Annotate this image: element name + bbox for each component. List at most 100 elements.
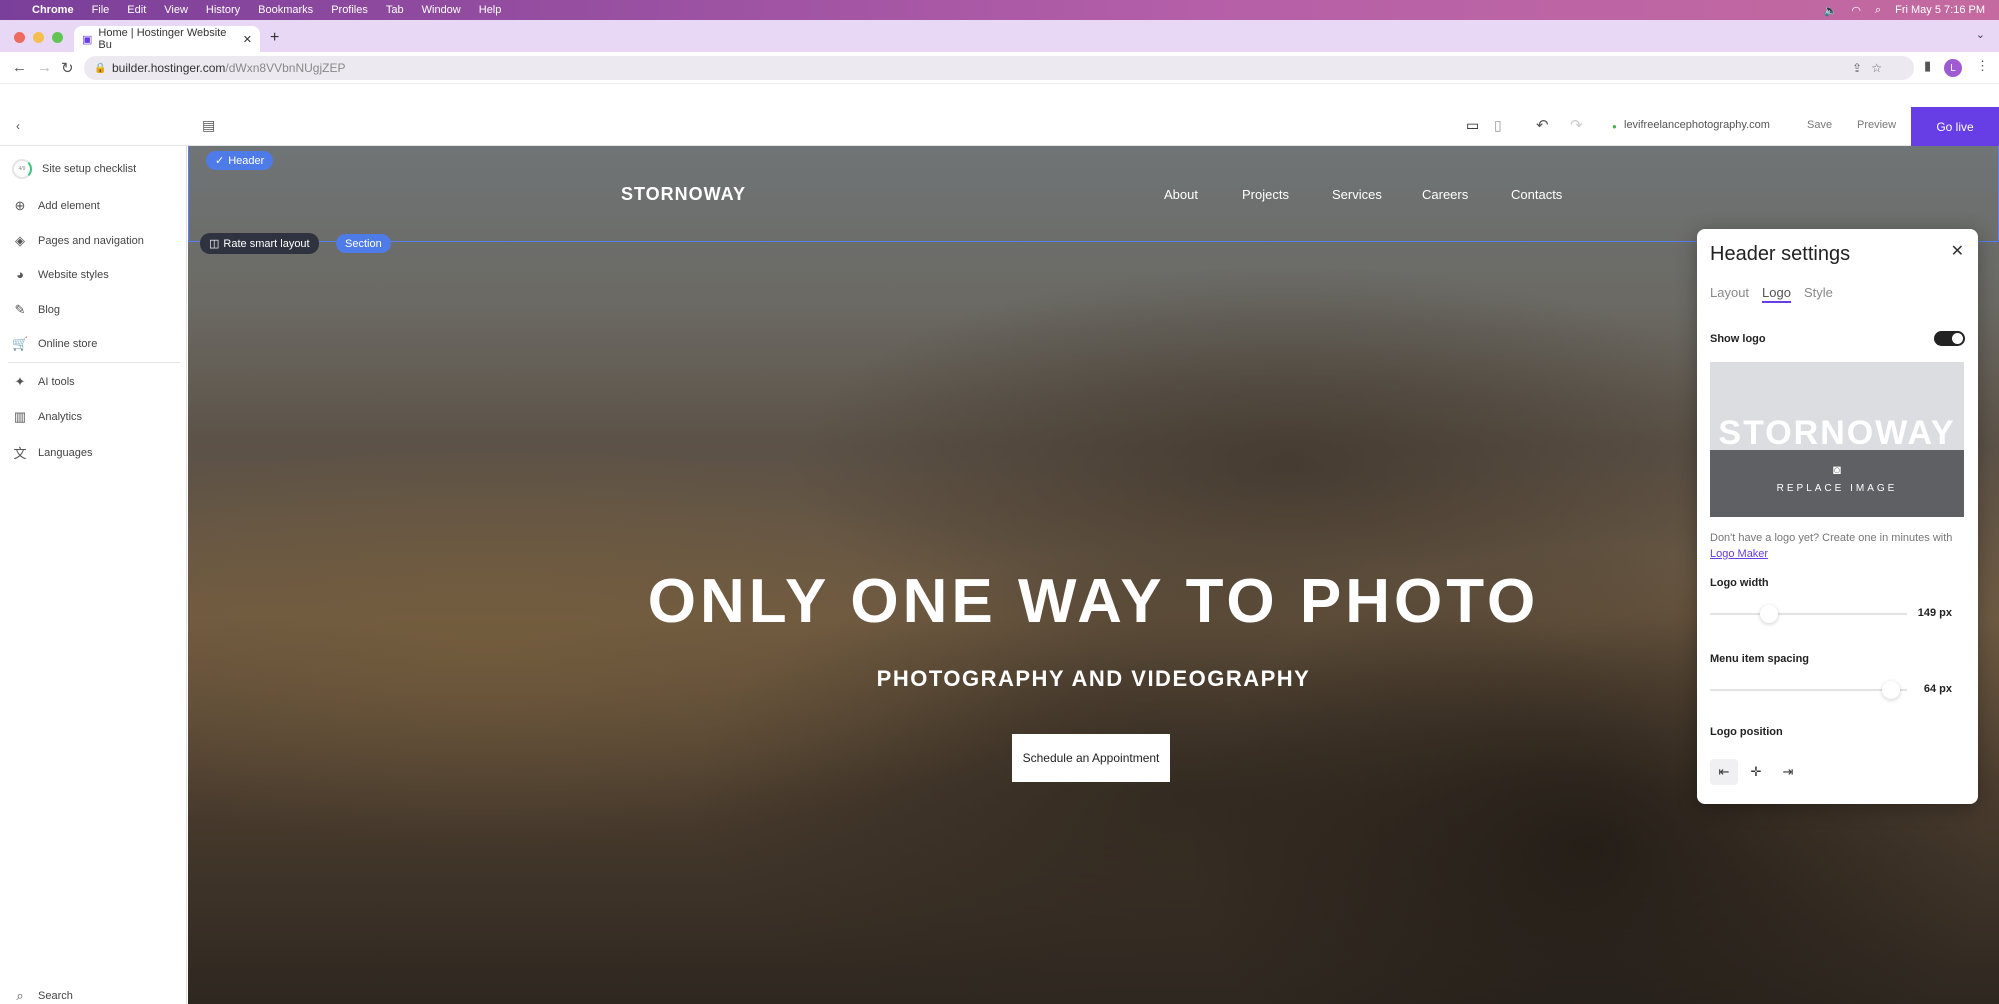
volume-icon[interactable]: 🔈 [1824, 4, 1838, 17]
reload-icon[interactable]: ↻ [61, 59, 74, 77]
share-icon[interactable]: ⇪ [1852, 61, 1862, 75]
site-setup-checklist[interactable]: 4/9 Site setup checklist [12, 159, 136, 179]
url-host: builder.hostinger.com [112, 61, 226, 75]
window-controls[interactable] [14, 32, 63, 43]
go-live-button[interactable]: Go live [1911, 107, 1999, 146]
plus-circle-icon: ⊕ [14, 198, 26, 213]
menu-help[interactable]: Help [479, 4, 502, 16]
layers-icon: ◈ [15, 233, 25, 248]
sidebar-item-ai-tools[interactable]: ✦ AI tools [12, 374, 75, 390]
sidebar-item-label: Analytics [38, 411, 83, 423]
sidebar-search[interactable]: ⌕ Search [12, 988, 73, 1004]
sidebar-item-pages[interactable]: ◈ Pages and navigation [12, 233, 144, 249]
logo-maker-hint: Don't have a logo yet? Create one in min… [1710, 530, 1970, 562]
logo-width-slider[interactable] [1710, 605, 1907, 623]
sidebar-item-label: Languages [38, 446, 93, 459]
redo-icon[interactable]: ↷ [1570, 116, 1583, 134]
close-tab-icon[interactable]: ✕ [243, 33, 252, 46]
url-path: /dWxn8VVbnNUgjZEP [225, 61, 346, 75]
tab-style[interactable]: Style [1804, 285, 1833, 303]
more-menu-icon[interactable]: ⋮ [1976, 58, 1989, 74]
tab-logo[interactable]: Logo [1762, 285, 1791, 303]
site-menu-projects[interactable]: Projects [1242, 187, 1289, 202]
site-menu-contacts[interactable]: Contacts [1511, 187, 1562, 202]
sidebar-item-label: AI tools [38, 376, 75, 388]
menu-profiles[interactable]: Profiles [331, 4, 368, 16]
menu-bookmarks[interactable]: Bookmarks [258, 4, 313, 16]
header-badge[interactable]: ✓ Header [206, 151, 274, 170]
menu-chrome[interactable]: Chrome [32, 4, 74, 16]
browser-tab[interactable]: ▣ Home | Hostinger Website Bu ✕ [74, 26, 260, 52]
logo-width-knob[interactable] [1760, 605, 1779, 623]
chart-icon: ▥ [13, 409, 27, 424]
sidebar-item-add-element[interactable]: ⊕ Add element [12, 198, 100, 214]
hostinger-favicon-icon: ▣ [82, 33, 93, 46]
wifi-icon[interactable]: ◠ [1851, 4, 1861, 17]
site-menu-careers[interactable]: Careers [1422, 187, 1468, 202]
side-panel-icon[interactable]: ▮ [1924, 58, 1931, 74]
profile-avatar[interactable]: L [1944, 59, 1962, 77]
sidebar-item-online-store[interactable]: 🛒 Online store [12, 336, 97, 352]
search-label: Search [38, 990, 73, 1002]
sidebar-item-blog[interactable]: ✎ Blog [12, 302, 60, 318]
menu-edit[interactable]: Edit [127, 4, 146, 16]
panel-tabs: Layout Logo Style [1710, 285, 1833, 303]
logo-preview-text: STORNOWAY [1718, 414, 1956, 452]
menu-spacing-knob[interactable] [1882, 681, 1901, 699]
align-right-icon[interactable]: ⇥ [1774, 759, 1802, 785]
sidebar-item-label: Blog [38, 304, 61, 316]
save-button[interactable]: Save [1807, 119, 1832, 131]
url-field[interactable]: 🔒 builder.hostinger.com/dWxn8VVbnNUgjZEP… [84, 56, 1914, 80]
menu-window[interactable]: Window [422, 4, 461, 16]
sidebar-item-label: Add element [38, 200, 100, 212]
site-menu-services[interactable]: Services [1332, 187, 1382, 202]
bookmark-star-icon[interactable]: ☆ [1871, 61, 1882, 75]
logo-maker-link[interactable]: Logo Maker [1710, 548, 1768, 560]
forward-icon[interactable]: → [37, 59, 52, 76]
sidebar-item-languages[interactable]: 文 Languages [12, 443, 92, 462]
hint-text: Don't have a logo yet? Create one in min… [1710, 532, 1953, 544]
show-logo-label: Show logo [1710, 333, 1766, 345]
replace-image-button[interactable]: ◙ REPLACE IMAGE [1710, 450, 1964, 517]
tab-search-chevron-icon[interactable]: ⌄ [1976, 28, 1985, 41]
menu-tab[interactable]: Tab [386, 4, 404, 16]
align-left-icon[interactable]: ⇤ [1710, 759, 1738, 785]
clock[interactable]: Fri May 5 7:16 PM [1895, 4, 1985, 16]
rate-smart-layout-button[interactable]: ◫ Rate smart layout [200, 233, 319, 254]
checklist-label: Site setup checklist [42, 163, 137, 175]
close-icon[interactable]: ✕ [1951, 241, 1964, 261]
header-selection-outline [188, 146, 1999, 242]
show-logo-toggle[interactable] [1934, 331, 1965, 346]
desktop-view-icon[interactable]: ▭ [1466, 117, 1479, 134]
mobile-view-icon[interactable]: ▯ [1494, 117, 1502, 134]
address-bar-row: ← → ↻ 🔒 builder.hostinger.com/dWxn8VVbnN… [0, 52, 1999, 84]
palette-icon: ◕ [16, 267, 24, 282]
section-badge[interactable]: Section [336, 234, 391, 253]
sidebar-item-label: Pages and navigation [38, 235, 144, 247]
collapse-sidebar-icon[interactable]: ‹ [16, 119, 20, 133]
menu-view[interactable]: View [164, 4, 188, 16]
align-center-icon[interactable]: ✛ [1742, 759, 1770, 785]
site-domain[interactable]: levifreelancephotography.com [1624, 119, 1770, 131]
sidebar-item-analytics[interactable]: ▥ Analytics [12, 409, 82, 425]
tab-layout[interactable]: Layout [1710, 285, 1749, 303]
sparkle-icon: ✦ [14, 374, 26, 389]
menu-spacing-slider[interactable] [1710, 681, 1907, 699]
preview-button[interactable]: Preview [1857, 119, 1896, 131]
checklist-progress-ring: 4/9 [12, 159, 32, 179]
back-icon[interactable]: ← [12, 59, 27, 76]
logo-preview[interactable]: STORNOWAY ◙ REPLACE IMAGE [1710, 362, 1964, 517]
layout-panel-icon[interactable]: ▤ [202, 117, 215, 134]
site-menu-about[interactable]: About [1164, 187, 1198, 202]
new-tab-icon[interactable]: + [270, 29, 279, 47]
site-logo[interactable]: STORNOWAY [621, 184, 746, 205]
menu-history[interactable]: History [206, 4, 240, 16]
menu-file[interactable]: File [92, 4, 110, 16]
logo-width-value: 149 px [1917, 607, 1952, 619]
schedule-appointment-button[interactable]: Schedule an Appointment [1012, 734, 1170, 782]
undo-icon[interactable]: ↶ [1536, 116, 1549, 134]
spotlight-icon[interactable]: ⌕ [1875, 4, 1881, 17]
sidebar-item-website-styles[interactable]: ◕ Website styles [12, 267, 109, 282]
macos-menu-bar: Chrome File Edit View History Bookmarks … [0, 0, 1999, 20]
logo-position-group: ⇤ ✛ ⇥ [1710, 759, 1802, 785]
